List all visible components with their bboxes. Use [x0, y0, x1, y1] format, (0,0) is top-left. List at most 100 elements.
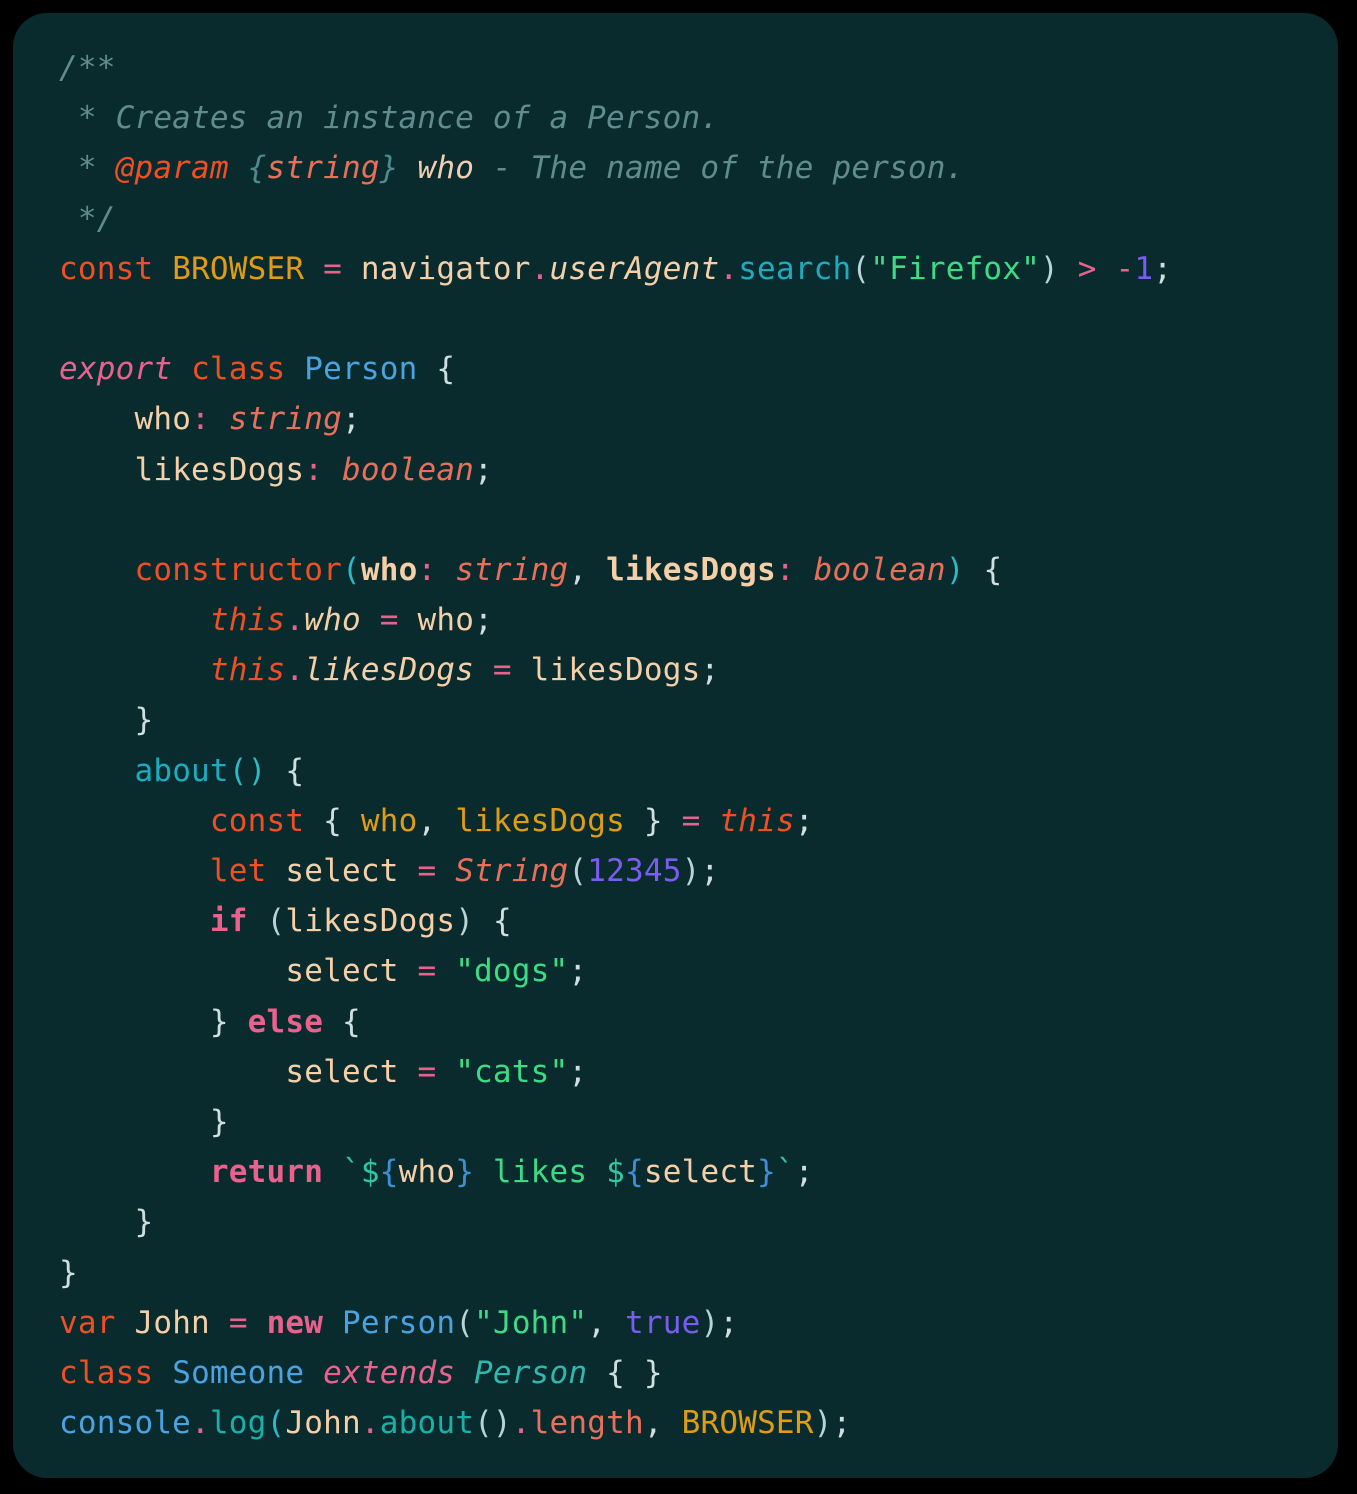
- property-length: length: [530, 1405, 644, 1442]
- brace-close-if: }: [209, 1003, 229, 1040]
- string-john: "John": [474, 1304, 588, 1341]
- type-string-1: string: [228, 401, 342, 438]
- class-ref-person-2: Person: [474, 1354, 588, 1391]
- operator-assign-6: =: [417, 953, 437, 990]
- paren-close-new: ): [700, 1304, 720, 1341]
- code-line-7: export class Person {: [59, 344, 1338, 394]
- keyword-class-2: class: [59, 1354, 154, 1391]
- dot-5: .: [191, 1405, 210, 1442]
- jsdoc-param-name: who: [417, 150, 475, 187]
- method-about-def: about: [134, 752, 229, 789]
- field-who: who: [134, 401, 192, 438]
- string-dogs: "dogs": [455, 953, 569, 990]
- code-line-3: * @param {string} who - The name of the …: [59, 143, 1338, 193]
- string-firefox: "Firefox": [870, 250, 1041, 287]
- identifier-browser-2: BROWSER: [681, 1405, 814, 1442]
- code-content: /** * Creates an instance of a Person. *…: [59, 43, 1338, 1448]
- semicolon-5: ;: [700, 652, 720, 689]
- comma-4: ,: [643, 1405, 663, 1442]
- code-line-11: constructor(who: string, likesDogs: bool…: [59, 545, 1338, 595]
- template-brace-open-2: {: [624, 1154, 644, 1191]
- brace-close-ctor: }: [134, 702, 154, 739]
- template-brace-close-1: }: [455, 1154, 475, 1191]
- jsdoc-tag: @param: [115, 150, 229, 187]
- operator-gt: >: [1077, 250, 1097, 287]
- number-12345: 12345: [587, 853, 682, 889]
- code-line-15: about() {: [59, 746, 1338, 796]
- operator-assign-4: =: [681, 802, 701, 839]
- method-log: log: [209, 1405, 267, 1442]
- paren-open-if: (: [266, 903, 286, 940]
- brace-close-class: }: [59, 1254, 78, 1291]
- template-dollar-2: $: [606, 1154, 625, 1191]
- keyword-else: else: [247, 1003, 324, 1040]
- value-who: who: [417, 602, 475, 639]
- template-var-select: select: [643, 1154, 758, 1191]
- paren-close-log: ): [813, 1405, 833, 1442]
- property-who-1: who: [304, 602, 361, 639]
- variable-select-1: select: [285, 953, 399, 990]
- keyword-let: let: [209, 853, 267, 889]
- code-line-20: } else {: [59, 997, 1338, 1047]
- brace-close-else: }: [209, 1103, 229, 1140]
- code-line-10-blank: [59, 495, 1338, 545]
- dot-1: .: [530, 250, 550, 287]
- paren-close-if: ): [455, 903, 475, 940]
- paren-open-string: (: [568, 853, 588, 889]
- method-about-call: about: [379, 1405, 475, 1442]
- code-line-24: }: [59, 1197, 1338, 1247]
- keyword-new: new: [266, 1304, 324, 1341]
- paren-open-log: (: [266, 1405, 286, 1442]
- destructured-likesdogs: likesDogs: [455, 802, 625, 839]
- dot-4: .: [285, 652, 305, 689]
- comment-space-2: [399, 150, 418, 186]
- dot-7: .: [511, 1405, 531, 1442]
- semicolon-11: ;: [719, 1304, 739, 1341]
- comment-summary: * Creates an instance of a Person.: [59, 100, 720, 137]
- keyword-return: return: [209, 1154, 324, 1191]
- paren-open-new: (: [455, 1304, 475, 1341]
- operator-assign: =: [323, 250, 342, 287]
- keyword-this-2: this: [209, 652, 286, 689]
- colon-4: :: [775, 551, 795, 588]
- semicolon-9: ;: [568, 1053, 588, 1090]
- paren-about: (): [228, 752, 267, 789]
- variable-select-decl: select: [285, 853, 399, 889]
- paren-close-string: ): [681, 853, 701, 889]
- semicolon-1: ;: [1153, 250, 1173, 287]
- template-backtick-close: `: [775, 1154, 795, 1191]
- condition-likesdogs: likesDogs: [285, 903, 456, 940]
- semicolon-6: ;: [794, 802, 814, 839]
- number-1: 1: [1134, 250, 1154, 287]
- brace-close-destructure: }: [643, 802, 663, 839]
- semicolon-8: ;: [568, 953, 588, 990]
- comment-close: */: [59, 200, 116, 237]
- comma-1: ,: [568, 551, 588, 588]
- param-likesdogs: likesDogs: [606, 551, 776, 588]
- keyword-constructor: constructor: [134, 551, 342, 588]
- keyword-export: export: [59, 351, 173, 388]
- code-line-23: return `${who} likes ${select}`;: [59, 1147, 1338, 1197]
- comment-space: [229, 150, 248, 186]
- type-boolean-2: boolean: [813, 551, 946, 588]
- code-line-4: */: [59, 194, 1338, 244]
- paren-open-1: (: [851, 250, 871, 287]
- jsdoc-param-desc: - The name of the person.: [474, 150, 965, 187]
- operator-assign-5: =: [417, 853, 437, 889]
- semicolon-12: ;: [832, 1405, 852, 1442]
- keyword-var: var: [59, 1304, 116, 1341]
- dot-2: .: [719, 250, 739, 287]
- keyword-const: const: [59, 250, 154, 287]
- operator-minus: -: [1115, 250, 1135, 287]
- colon-2: :: [304, 451, 324, 488]
- boolean-true: true: [625, 1304, 701, 1341]
- property-useragent: userAgent: [549, 250, 720, 287]
- dot-3: .: [285, 602, 305, 639]
- class-name-person: Person: [304, 351, 418, 388]
- code-line-8: who: string;: [59, 394, 1338, 444]
- code-line-5: const BROWSER = navigator.userAgent.sear…: [59, 244, 1338, 294]
- class-ref-person-1: Person: [342, 1304, 456, 1341]
- semicolon-4: ;: [474, 602, 493, 639]
- field-likesdogs: likesDogs: [134, 451, 305, 488]
- code-line-2: * Creates an instance of a Person.: [59, 93, 1338, 143]
